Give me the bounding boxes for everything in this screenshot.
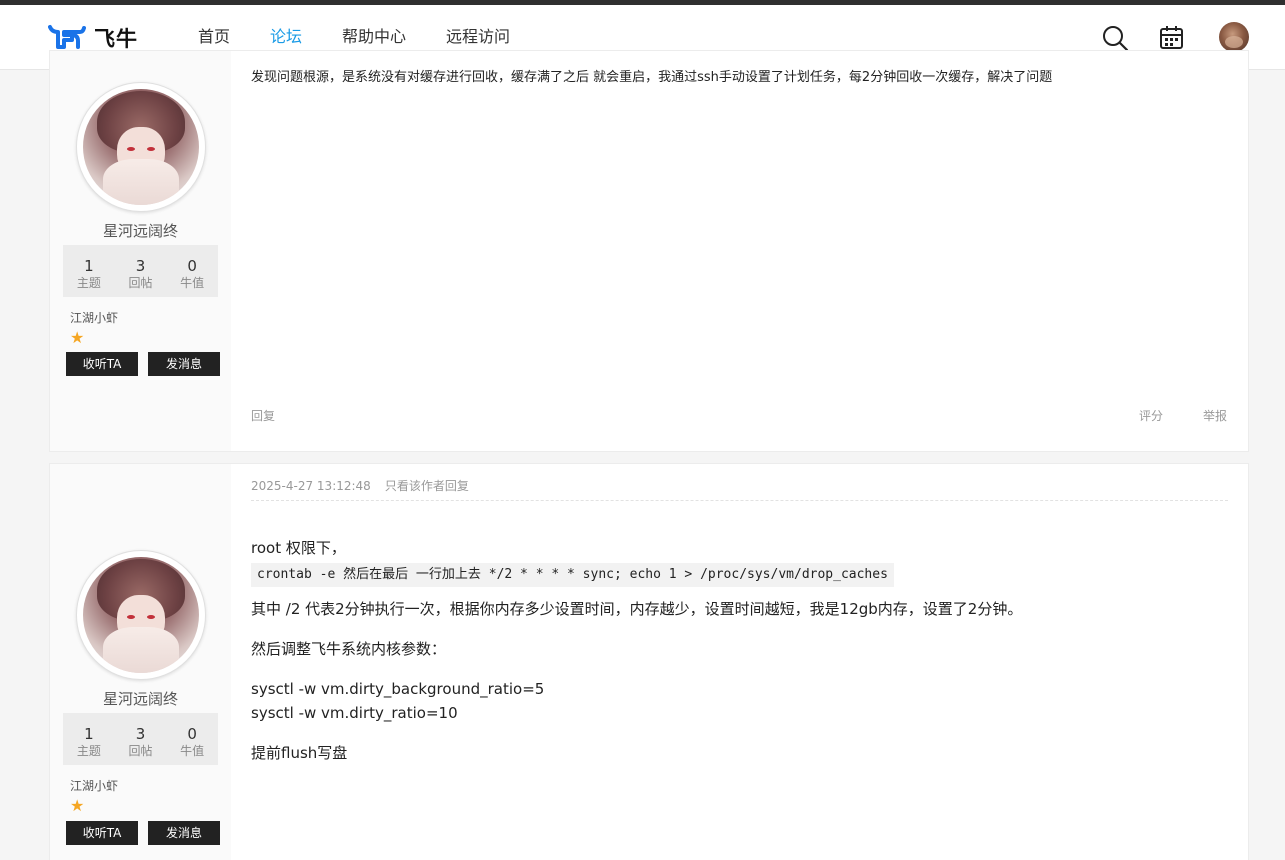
stat-niu-value[interactable]: 0 牛值 [166, 245, 218, 297]
post-timestamp: 2025-4-27 13:12:48 [251, 479, 371, 493]
author-name[interactable]: 星河远阔终 [50, 220, 231, 241]
post-content-area: 2025-4-27 13:12:48 只看该作者回复 root 权限下， cron… [231, 464, 1248, 860]
rank-star-icon: ★ [70, 328, 85, 347]
post-1: 星河远阔终 1 主题 3 回帖 0 牛值 江湖小虾 ★ 收听TA 发消息 发现问… [49, 50, 1249, 452]
only-author-link[interactable]: 只看该作者 [385, 479, 445, 493]
post-content-area: 发现问题根源，是系统没有对缓存进行回收，缓存满了之后 就会重启，我通过ssh手动… [231, 51, 1248, 451]
post-2: 星河远阔终 1 主题 3 回帖 0 牛值 江湖小虾 ★ 收听TA 发消息 202… [49, 463, 1249, 860]
stat-replies[interactable]: 3 回帖 [115, 245, 167, 297]
user-avatar[interactable] [1219, 22, 1249, 52]
author-avatar[interactable] [76, 550, 206, 680]
content-line: 其中 /2 代表2分钟执行一次，根据你内存多少设置时间，内存越少，设置时间越短，… [251, 600, 1023, 618]
fnos-logo-icon [48, 25, 86, 49]
stat-topics[interactable]: 1 主题 [63, 713, 115, 765]
rate-link[interactable]: 评分 [1139, 407, 1163, 424]
stat-niu-value[interactable]: 0 牛值 [166, 713, 218, 765]
reply-link[interactable]: 回复 [251, 407, 275, 424]
content-line: 然后调整飞牛系统内核参数： [251, 640, 447, 658]
nav-forum[interactable]: 论坛 [270, 25, 302, 49]
content-line: sysctl -w vm.dirty_background_ratio=5 [251, 680, 545, 698]
follow-button[interactable]: 收听TA [66, 352, 138, 376]
report-link[interactable]: 举报 [1203, 407, 1227, 424]
post-meta: 2025-4-27 13:12:48 只看该作者回复 [251, 477, 469, 494]
author-stats: 1 主题 3 回帖 0 牛值 [63, 245, 218, 297]
author-sidebar: 星河远阔终 1 主题 3 回帖 0 牛值 江湖小虾 ★ 收听TA 发消息 [50, 464, 231, 860]
stat-topics[interactable]: 1 主题 [63, 245, 115, 297]
send-message-button[interactable]: 发消息 [148, 352, 220, 376]
nav-remote-access[interactable]: 远程访问 [446, 25, 510, 49]
nav-help-center[interactable]: 帮助中心 [342, 25, 406, 49]
rank-star-icon: ★ [70, 796, 85, 815]
code-snippet: crontab -e 然后在最后 一行加上去 */2 * * * * sync;… [251, 563, 894, 587]
post-content: 发现问题根源，是系统没有对缓存进行回收，缓存满了之后 就会重启，我通过ssh手动… [251, 70, 1053, 85]
site-logo[interactable]: 飞牛 [48, 23, 138, 53]
content-line: sysctl -w vm.dirty_ratio=10 [251, 704, 458, 722]
author-rank[interactable]: 江湖小虾 [70, 777, 118, 794]
stat-replies[interactable]: 3 回帖 [115, 713, 167, 765]
search-icon[interactable] [1101, 24, 1129, 52]
send-message-button[interactable]: 发消息 [148, 821, 220, 845]
meta-reply-link[interactable]: 回复 [445, 479, 469, 493]
meta-divider [251, 500, 1228, 501]
author-name[interactable]: 星河远阔终 [50, 688, 231, 709]
content-line: 提前flush写盘 [251, 744, 348, 762]
author-avatar[interactable] [76, 82, 206, 212]
author-stats: 1 主题 3 回帖 0 牛值 [63, 713, 218, 765]
logo-text: 飞牛 [94, 27, 138, 51]
content-line: root 权限下， [251, 539, 346, 557]
nav-home[interactable]: 首页 [198, 25, 230, 49]
calendar-icon[interactable] [1158, 24, 1186, 52]
main-nav: 首页 论坛 帮助中心 远程访问 [198, 25, 550, 49]
follow-button[interactable]: 收听TA [66, 821, 138, 845]
author-rank[interactable]: 江湖小虾 [70, 309, 118, 326]
post-content: root 权限下， crontab -e 然后在最后 一行加上去 */2 * *… [251, 536, 1228, 765]
author-sidebar: 星河远阔终 1 主题 3 回帖 0 牛值 江湖小虾 ★ 收听TA 发消息 [50, 51, 231, 451]
